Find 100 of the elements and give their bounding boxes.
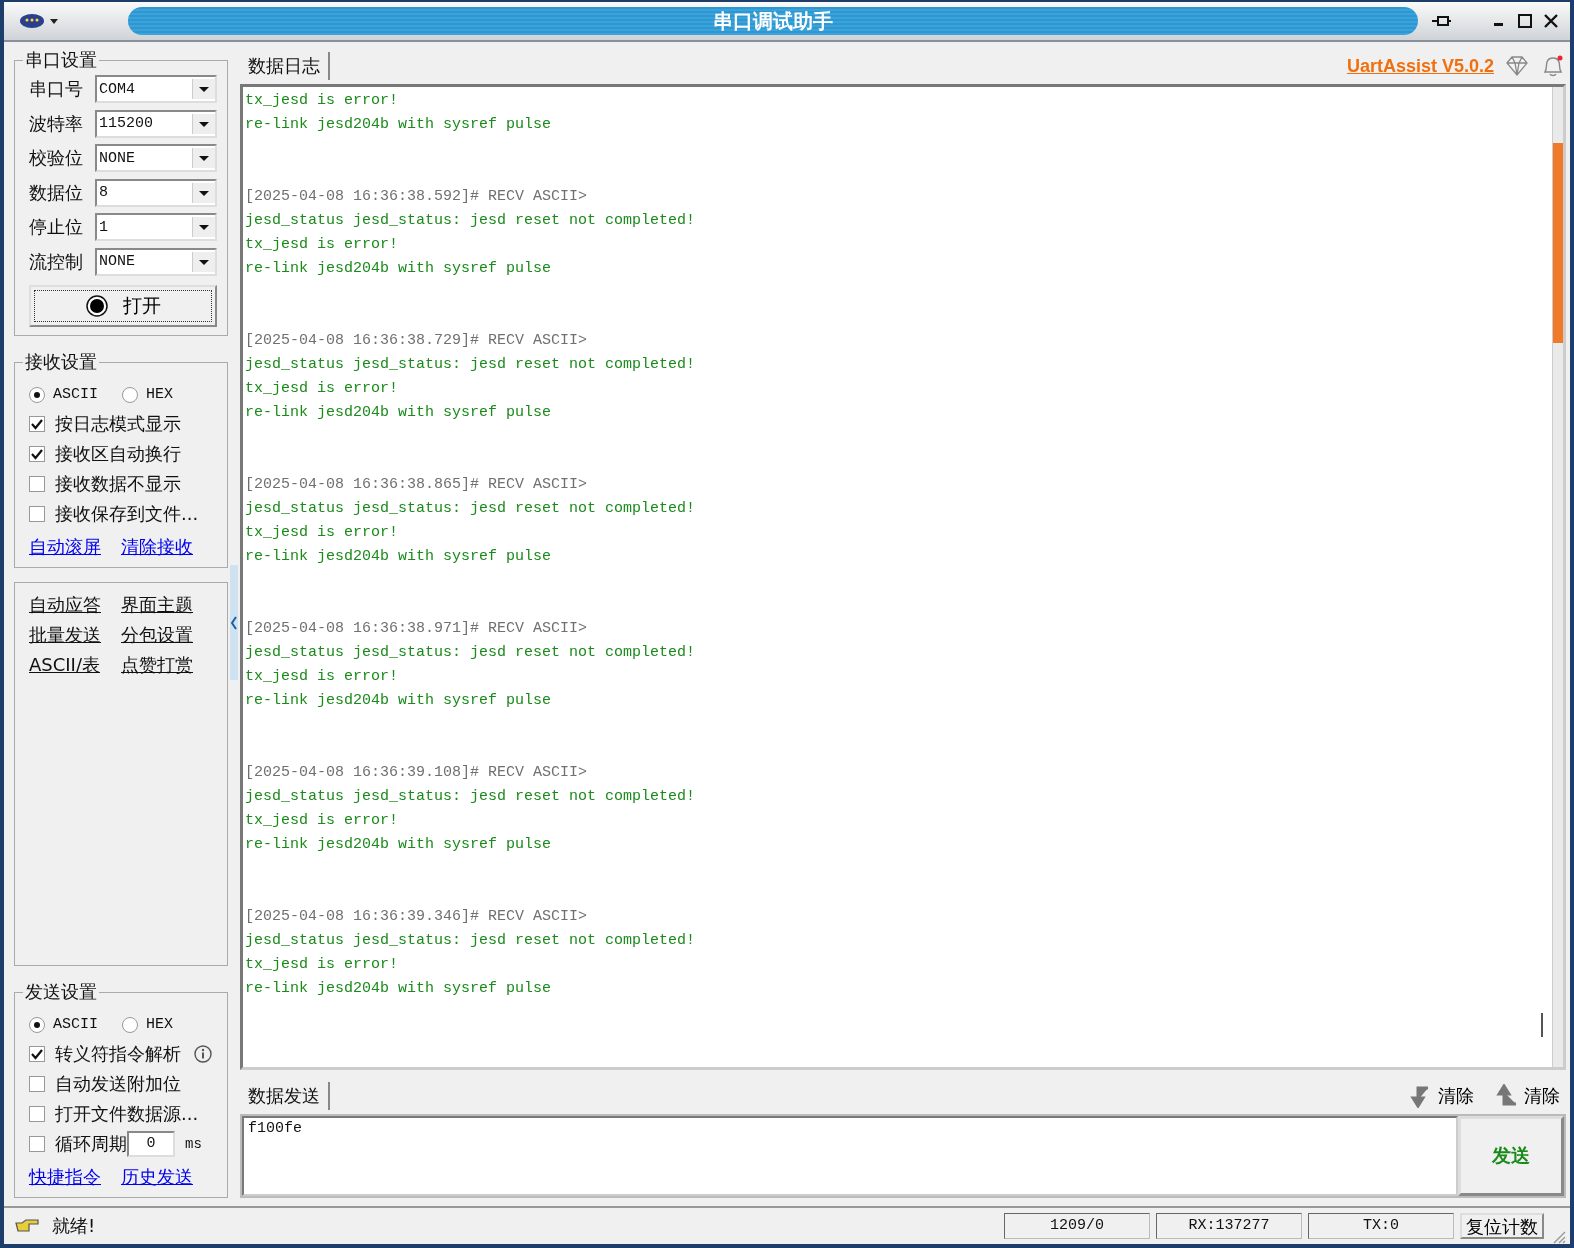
checkbox[interactable]: [29, 1136, 45, 1152]
dropdown[interactable]: COM4: [95, 75, 217, 104]
send-tab[interactable]: 数据发送: [240, 1082, 330, 1110]
scrollbar[interactable]: [1552, 87, 1563, 1067]
link[interactable]: 界面主题: [121, 593, 193, 617]
clear-send-button[interactable]: 清除: [1490, 1083, 1566, 1109]
dropdown[interactable]: NONE: [95, 144, 217, 173]
checkbox[interactable]: [29, 446, 45, 462]
link[interactable]: 点赞打赏: [121, 653, 193, 677]
link[interactable]: ASCII/表: [29, 653, 101, 677]
diamond-icon[interactable]: [1504, 55, 1530, 77]
checkbox-label: 转义符指令解析: [55, 1042, 181, 1066]
checkbox-label: 自动发送附加位: [55, 1072, 181, 1096]
checkbox-label: 接收区自动换行: [55, 442, 181, 466]
link[interactable]: 清除接收: [121, 535, 193, 559]
log-tab[interactable]: 数据日志: [240, 52, 330, 80]
radio-label: HEX: [146, 386, 174, 403]
maximize-icon[interactable]: [1516, 12, 1534, 30]
dropdown[interactable]: 8: [95, 178, 217, 207]
link[interactable]: 分包设置: [121, 623, 193, 647]
checkbox[interactable]: [29, 1076, 45, 1092]
link[interactable]: 自动滚屏: [29, 535, 101, 559]
info-icon[interactable]: [193, 1044, 213, 1064]
checkbox[interactable]: [29, 416, 45, 432]
status-message: 就绪!: [52, 1214, 96, 1238]
radio-label: ASCII: [53, 1016, 98, 1033]
log-header: [2025-04-08 16:36:38.729]# RECV ASCII>: [245, 331, 589, 351]
dropdown[interactable]: 1: [95, 213, 217, 242]
checkbox-label: 接收数据不显示: [55, 472, 181, 496]
checkbox-label: 循环周期: [55, 1132, 127, 1156]
log-line: tx_jesd is error!: [245, 523, 400, 543]
status-counter: RX:137277: [1156, 1213, 1302, 1239]
send-input[interactable]: f100fe: [242, 1116, 1458, 1196]
checkbox[interactable]: [29, 476, 45, 492]
link[interactable]: 快捷指令: [29, 1165, 101, 1189]
group-title: 发送设置: [24, 980, 98, 1004]
log-line: re-link jesd204b with sysref pulse: [245, 403, 553, 423]
close-icon[interactable]: [1542, 12, 1560, 30]
field-label: 校验位: [29, 146, 84, 171]
log-header: [2025-04-08 16:36:38.865]# RECV ASCII>: [245, 475, 589, 495]
radio-button[interactable]: [29, 1016, 45, 1033]
field-label: 停止位: [29, 215, 84, 240]
log-line: jesd_status jesd_status: jesd reset not completed!: [245, 931, 697, 951]
status-counter: 1209/0: [1004, 1213, 1150, 1239]
radio-button[interactable]: [122, 386, 138, 403]
group-title: 串口设置: [24, 48, 98, 72]
group-title: 接收设置: [24, 350, 98, 374]
checkbox[interactable]: [29, 1106, 45, 1122]
unit-label: ms: [185, 1136, 202, 1152]
window-title: 串口调试助手: [713, 7, 833, 35]
log-header: [2025-04-08 16:36:39.108]# RECV ASCII>: [245, 763, 589, 783]
up-arrow-icon: [1496, 1084, 1518, 1108]
log-line: tx_jesd is error!: [245, 667, 400, 687]
field-label: 串口号: [29, 77, 84, 102]
pointing-hand-icon: [14, 1217, 40, 1235]
log-line: jesd_status jesd_status: jesd reset not completed!: [245, 355, 697, 375]
log-line: re-link jesd204b with sysref pulse: [245, 115, 553, 135]
checkbox[interactable]: [29, 1046, 45, 1062]
open-button[interactable]: 打开: [29, 285, 217, 327]
log-line: tx_jesd is error!: [245, 235, 400, 255]
log-header: [2025-04-08 16:36:39.346]# RECV ASCII>: [245, 907, 589, 927]
log-line: tx_jesd is error!: [245, 379, 400, 399]
field-label: 数据位: [29, 180, 84, 205]
radio-button[interactable]: [29, 386, 45, 403]
field-label: 流控制: [29, 249, 84, 274]
log-line: tx_jesd is error!: [245, 811, 400, 831]
log-line: re-link jesd204b with sysref pulse: [245, 691, 553, 711]
status-counter: TX:0: [1308, 1213, 1454, 1239]
checkbox-label: 按日志模式显示: [55, 412, 181, 436]
record-icon: [85, 294, 109, 318]
dropdown[interactable]: NONE: [95, 247, 217, 276]
log-line: tx_jesd is error!: [245, 91, 400, 111]
radio-label: HEX: [146, 1016, 174, 1033]
log-header: [2025-04-08 16:36:38.971]# RECV ASCII>: [245, 619, 589, 639]
link[interactable]: 批量发送: [29, 623, 101, 647]
log-line: re-link jesd204b with sysref pulse: [245, 979, 553, 999]
log-line: re-link jesd204b with sysref pulse: [245, 259, 553, 279]
text-cursor: [1541, 1013, 1543, 1037]
checkbox-label: 接收保存到文件...: [55, 502, 199, 526]
reset-count-button[interactable]: 复位计数: [1460, 1213, 1544, 1239]
link[interactable]: 历史发送: [121, 1165, 193, 1189]
log-line: tx_jesd is error!: [245, 955, 400, 975]
log-line: jesd_status jesd_status: jesd reset not completed!: [245, 643, 697, 663]
send-button[interactable]: 发送: [1458, 1116, 1564, 1196]
scroll-thumb[interactable]: [1553, 143, 1563, 343]
checkbox[interactable]: [29, 506, 45, 522]
link[interactable]: 自动应答: [29, 593, 101, 617]
clear-receive-button[interactable]: 清除: [1404, 1083, 1480, 1109]
log-header: [2025-04-08 16:36:38.592]# RECV ASCII>: [245, 187, 589, 207]
radio-button[interactable]: [122, 1016, 138, 1033]
log-line: jesd_status jesd_status: jesd reset not completed!: [245, 787, 697, 807]
log-line: jesd_status jesd_status: jesd reset not completed!: [245, 499, 697, 519]
period-input[interactable]: 0: [127, 1131, 175, 1157]
log-line: jesd_status jesd_status: jesd reset not completed!: [245, 211, 697, 231]
checkbox-label: 打开文件数据源...: [55, 1102, 199, 1126]
dropdown[interactable]: 115200: [95, 109, 217, 138]
log-line: re-link jesd204b with sysref pulse: [245, 547, 553, 567]
log-line: re-link jesd204b with sysref pulse: [245, 835, 553, 855]
field-label: 波特率: [29, 111, 84, 136]
radio-label: ASCII: [53, 386, 98, 403]
